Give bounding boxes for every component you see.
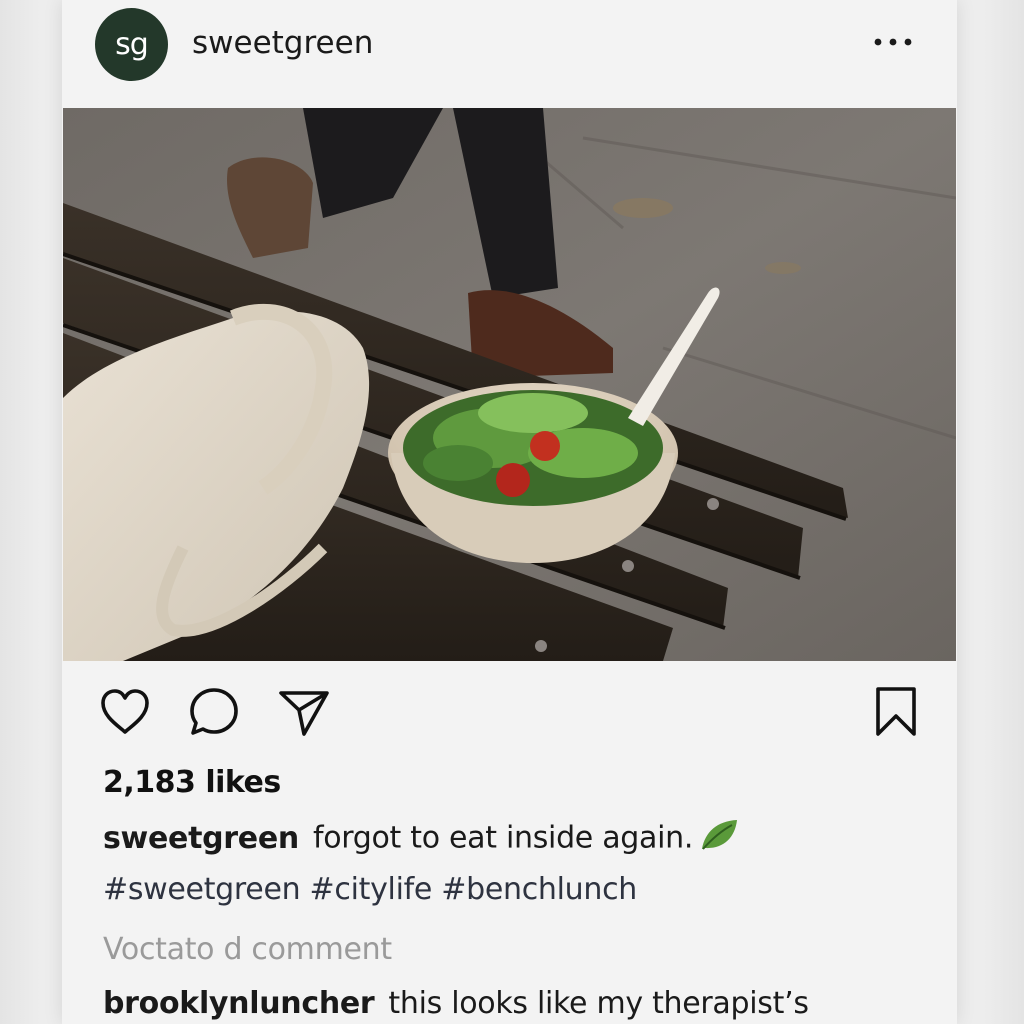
comment-button[interactable] <box>186 686 242 742</box>
caption: sweetgreen forgot to eat inside again. <box>103 818 739 860</box>
share-button[interactable] <box>276 686 332 742</box>
post-photo[interactable] <box>63 108 956 661</box>
username[interactable]: sweetgreen <box>192 25 373 61</box>
salad-bench-image <box>63 108 956 661</box>
leaf-emoji-icon <box>699 818 739 860</box>
caption-author[interactable]: sweetgreen <box>103 821 299 856</box>
comment-icon <box>186 684 242 745</box>
bookmark-icon <box>868 684 924 745</box>
post-header: sg sweetgreen <box>62 0 957 108</box>
caption-text: forgot to eat inside again. <box>312 820 694 856</box>
hashtags[interactable]: #sweetgreen #citylife #benchlunch <box>103 872 637 907</box>
more-options-button[interactable] <box>868 28 918 58</box>
likes-count[interactable]: 2,183 likes <box>103 765 281 800</box>
avatar[interactable]: sg <box>95 8 168 81</box>
comment-text: this looks like my therapist’s <box>388 986 809 1021</box>
avatar-initials: sg <box>115 27 149 62</box>
like-button[interactable] <box>97 686 153 742</box>
heart-icon <box>97 684 153 745</box>
post-card: sg sweetgreen 2,183 likes sweetgreen for… <box>62 0 957 1024</box>
send-icon <box>276 684 332 745</box>
comment-author[interactable]: brooklynluncher <box>103 986 375 1021</box>
page: sg sweetgreen 2,183 likes sweetgreen for… <box>0 0 1024 1024</box>
view-comments-link[interactable]: Voctato d comment <box>103 932 392 967</box>
more-horizontal-icon <box>873 34 913 52</box>
comment-item: brooklynluncher this looks like my therap… <box>103 986 809 1021</box>
save-button[interactable] <box>868 686 924 742</box>
action-bar <box>62 680 957 748</box>
